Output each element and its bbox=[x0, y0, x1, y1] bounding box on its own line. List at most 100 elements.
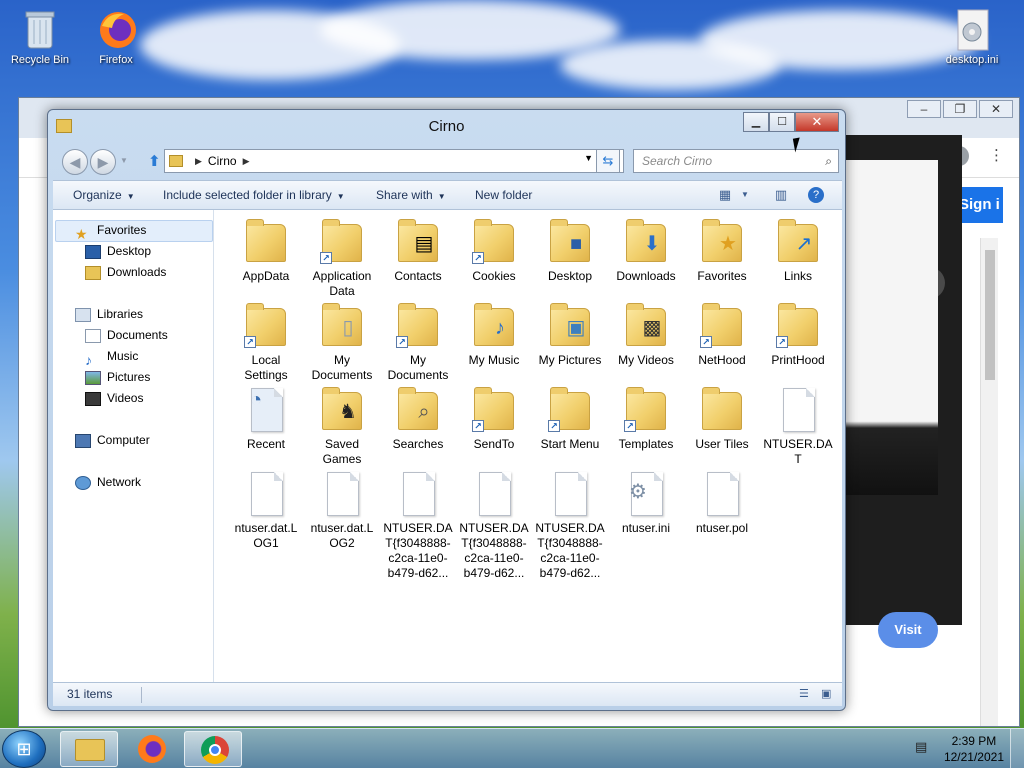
details-view-icon[interactable]: ☰ bbox=[799, 687, 815, 701]
start-button[interactable]: ⊞ bbox=[2, 730, 46, 768]
picture-icon: ▣ bbox=[566, 317, 586, 339]
item-label: NTUSER.DAT{f3048888-c2ca-11e0-b479-d62..… bbox=[459, 521, 529, 580]
folder-item[interactable]: ↗ Cookies bbox=[458, 218, 530, 284]
folder-item[interactable]: ↗ Local Settings bbox=[230, 302, 302, 383]
folder-item[interactable]: ◔ Recent bbox=[230, 386, 302, 452]
file-item[interactable]: NTUSER.DAT{f3048888-c2ca-11e0-b479-d62..… bbox=[382, 470, 454, 581]
folder-item[interactable]: ▯ My Documents bbox=[306, 302, 378, 383]
nav-computer[interactable]: Computer bbox=[75, 430, 150, 450]
visit-button[interactable]: Visit bbox=[878, 612, 938, 648]
explorer-window[interactable]: Cirno ▁ ☐ ✕ ◀ ▶ ▼ ⬆ ▶ Cirno ▶ ▼ ⇆ Search… bbox=[47, 109, 846, 711]
show-desktop-button[interactable] bbox=[1010, 729, 1024, 768]
folder-item[interactable]: ⌕ Searches bbox=[382, 386, 454, 452]
chess-piece-icon: ♞ bbox=[339, 401, 357, 423]
address-bar[interactable]: ▶ Cirno ▶ ▼ bbox=[164, 149, 624, 173]
folder-icon bbox=[246, 219, 286, 262]
minimize-button[interactable]: ▁ bbox=[743, 112, 769, 132]
folder-item[interactable]: ▣ My Pictures bbox=[534, 302, 606, 368]
large-icons-view-icon[interactable]: ▣ bbox=[821, 687, 837, 701]
recent-pages-dropdown[interactable]: ▼ bbox=[120, 156, 128, 165]
file-item[interactable]: NTUSER.DAT{f3048888-c2ca-11e0-b479-d62..… bbox=[534, 470, 606, 581]
firefox-icon bbox=[96, 8, 136, 52]
item-label: My Music bbox=[468, 353, 520, 367]
breadcrumb-item[interactable]: Cirno bbox=[208, 154, 237, 168]
back-button[interactable]: ◀ bbox=[62, 149, 88, 175]
status-bar: 31 items ☰ ▣ bbox=[53, 682, 842, 706]
nav-network[interactable]: Network bbox=[75, 472, 141, 492]
new-folder-button[interactable]: New folder bbox=[475, 188, 532, 202]
settings-file-icon bbox=[952, 8, 992, 52]
nav-pictures[interactable]: Pictures bbox=[85, 367, 150, 387]
folder-item[interactable]: ↗ SendTo bbox=[458, 386, 530, 452]
shortcut-arrow-icon: ↗ bbox=[320, 252, 332, 264]
close-button[interactable]: ✕ bbox=[979, 100, 1013, 118]
search-input[interactable]: Search Cirno ⌕ bbox=[633, 149, 839, 173]
organize-menu[interactable]: Organize ▼ bbox=[73, 188, 135, 202]
view-dropdown-icon[interactable]: ▼ bbox=[737, 190, 753, 206]
close-button[interactable]: ✕ bbox=[795, 112, 839, 132]
file-item[interactable]: ntuser.pol bbox=[686, 470, 758, 536]
desktop-icon-firefox[interactable]: Firefox bbox=[76, 8, 156, 66]
nav-music[interactable]: ♪ Music bbox=[85, 346, 138, 368]
shortcut-arrow-icon: ↗ bbox=[624, 420, 636, 432]
desktop-icon-desktop-ini[interactable]: desktop.ini bbox=[932, 8, 1012, 66]
item-label: Favorites bbox=[697, 269, 747, 283]
taskbar-firefox-button[interactable] bbox=[122, 731, 180, 767]
nav-libraries[interactable]: Libraries bbox=[75, 304, 143, 324]
search-icon[interactable]: ⌕ bbox=[825, 150, 832, 172]
minimize-button[interactable]: ‒ bbox=[907, 100, 941, 118]
nav-documents[interactable]: Documents bbox=[85, 325, 168, 345]
maximize-button[interactable]: ☐ bbox=[769, 112, 795, 132]
file-item[interactable]: NTUSER.DAT bbox=[762, 386, 834, 467]
address-dropdown-icon[interactable]: ▼ bbox=[584, 153, 593, 163]
folder-item[interactable]: AppData bbox=[230, 218, 302, 284]
change-view-icon[interactable]: ▦ bbox=[717, 187, 733, 203]
taskbar-chrome-button[interactable] bbox=[184, 731, 242, 767]
address-row: ◀ ▶ ▼ ⬆ ▶ Cirno ▶ ▼ ⇆ Search Cirno ⌕ bbox=[56, 146, 839, 176]
up-arrow-icon[interactable]: ⬆ bbox=[148, 152, 161, 170]
help-icon[interactable]: ? bbox=[808, 187, 824, 203]
folder-item[interactable]: ↗ Application Data bbox=[306, 218, 378, 299]
nav-downloads[interactable]: Downloads bbox=[85, 262, 166, 282]
folder-item[interactable]: ▤ Contacts bbox=[382, 218, 454, 284]
folder-item[interactable]: ↗ Templates bbox=[610, 386, 682, 452]
folder-item[interactable]: ♪ My Music bbox=[458, 302, 530, 368]
folder-item[interactable]: ↗ Start Menu bbox=[534, 386, 606, 452]
folder-item[interactable]: ▩ My Videos bbox=[610, 302, 682, 368]
menu-icon[interactable]: ⋮ bbox=[989, 146, 1004, 164]
nav-desktop[interactable]: Desktop bbox=[85, 241, 151, 261]
nav-videos[interactable]: Videos bbox=[85, 388, 143, 408]
dropdown-arrow-icon: ▼ bbox=[437, 192, 446, 201]
file-item[interactable]: ⚙ ntuser.ini bbox=[610, 470, 682, 536]
taskbar-explorer-button[interactable] bbox=[60, 731, 118, 767]
folder-item[interactable]: ↗ NetHood bbox=[686, 302, 758, 368]
file-item[interactable]: NTUSER.DAT{f3048888-c2ca-11e0-b479-d62..… bbox=[458, 470, 530, 581]
system-clock[interactable]: 2:39 PM 12/21/2021 bbox=[944, 733, 1004, 765]
refresh-button[interactable]: ⇆ bbox=[596, 149, 620, 173]
folder-item[interactable]: ↗ PrintHood bbox=[762, 302, 834, 368]
share-with-menu[interactable]: Share with ▼ bbox=[376, 188, 446, 202]
organize-label: Organize bbox=[73, 188, 122, 202]
item-label: Start Menu bbox=[540, 437, 600, 451]
folder-item[interactable]: ↗ My Documents bbox=[382, 302, 454, 383]
browser-scrollbar[interactable] bbox=[980, 238, 998, 726]
folder-item[interactable]: User Tiles bbox=[686, 386, 758, 452]
nav-favorites[interactable]: ★ Favorites bbox=[75, 220, 146, 242]
folder-item[interactable]: ■ Desktop bbox=[534, 218, 606, 284]
include-in-library-menu[interactable]: Include selected folder in library ▼ bbox=[163, 188, 345, 202]
folder-item[interactable]: ↗ Links bbox=[762, 218, 834, 284]
breadcrumb-chevron-icon[interactable]: ▶ bbox=[195, 156, 202, 167]
desktop-icon-recycle-bin[interactable]: Recycle Bin bbox=[0, 8, 80, 66]
folder-item[interactable]: ⬇ Downloads bbox=[610, 218, 682, 284]
scrollbar-thumb[interactable] bbox=[985, 250, 995, 380]
preview-pane-icon[interactable]: ▥ bbox=[773, 187, 789, 203]
forward-button[interactable]: ▶ bbox=[90, 149, 116, 175]
breadcrumb-chevron-icon[interactable]: ▶ bbox=[243, 156, 250, 167]
maximize-button[interactable]: ❐ bbox=[943, 100, 977, 118]
network-tray-icon[interactable]: ▤ bbox=[915, 739, 933, 755]
folder-item[interactable]: ★ Favorites bbox=[686, 218, 758, 284]
file-item[interactable]: ntuser.dat.LOG2 bbox=[306, 470, 378, 551]
folder-item[interactable]: ♞ Saved Games bbox=[306, 386, 378, 467]
file-item[interactable]: ntuser.dat.LOG1 bbox=[230, 470, 302, 551]
item-label: Templates bbox=[618, 437, 674, 451]
